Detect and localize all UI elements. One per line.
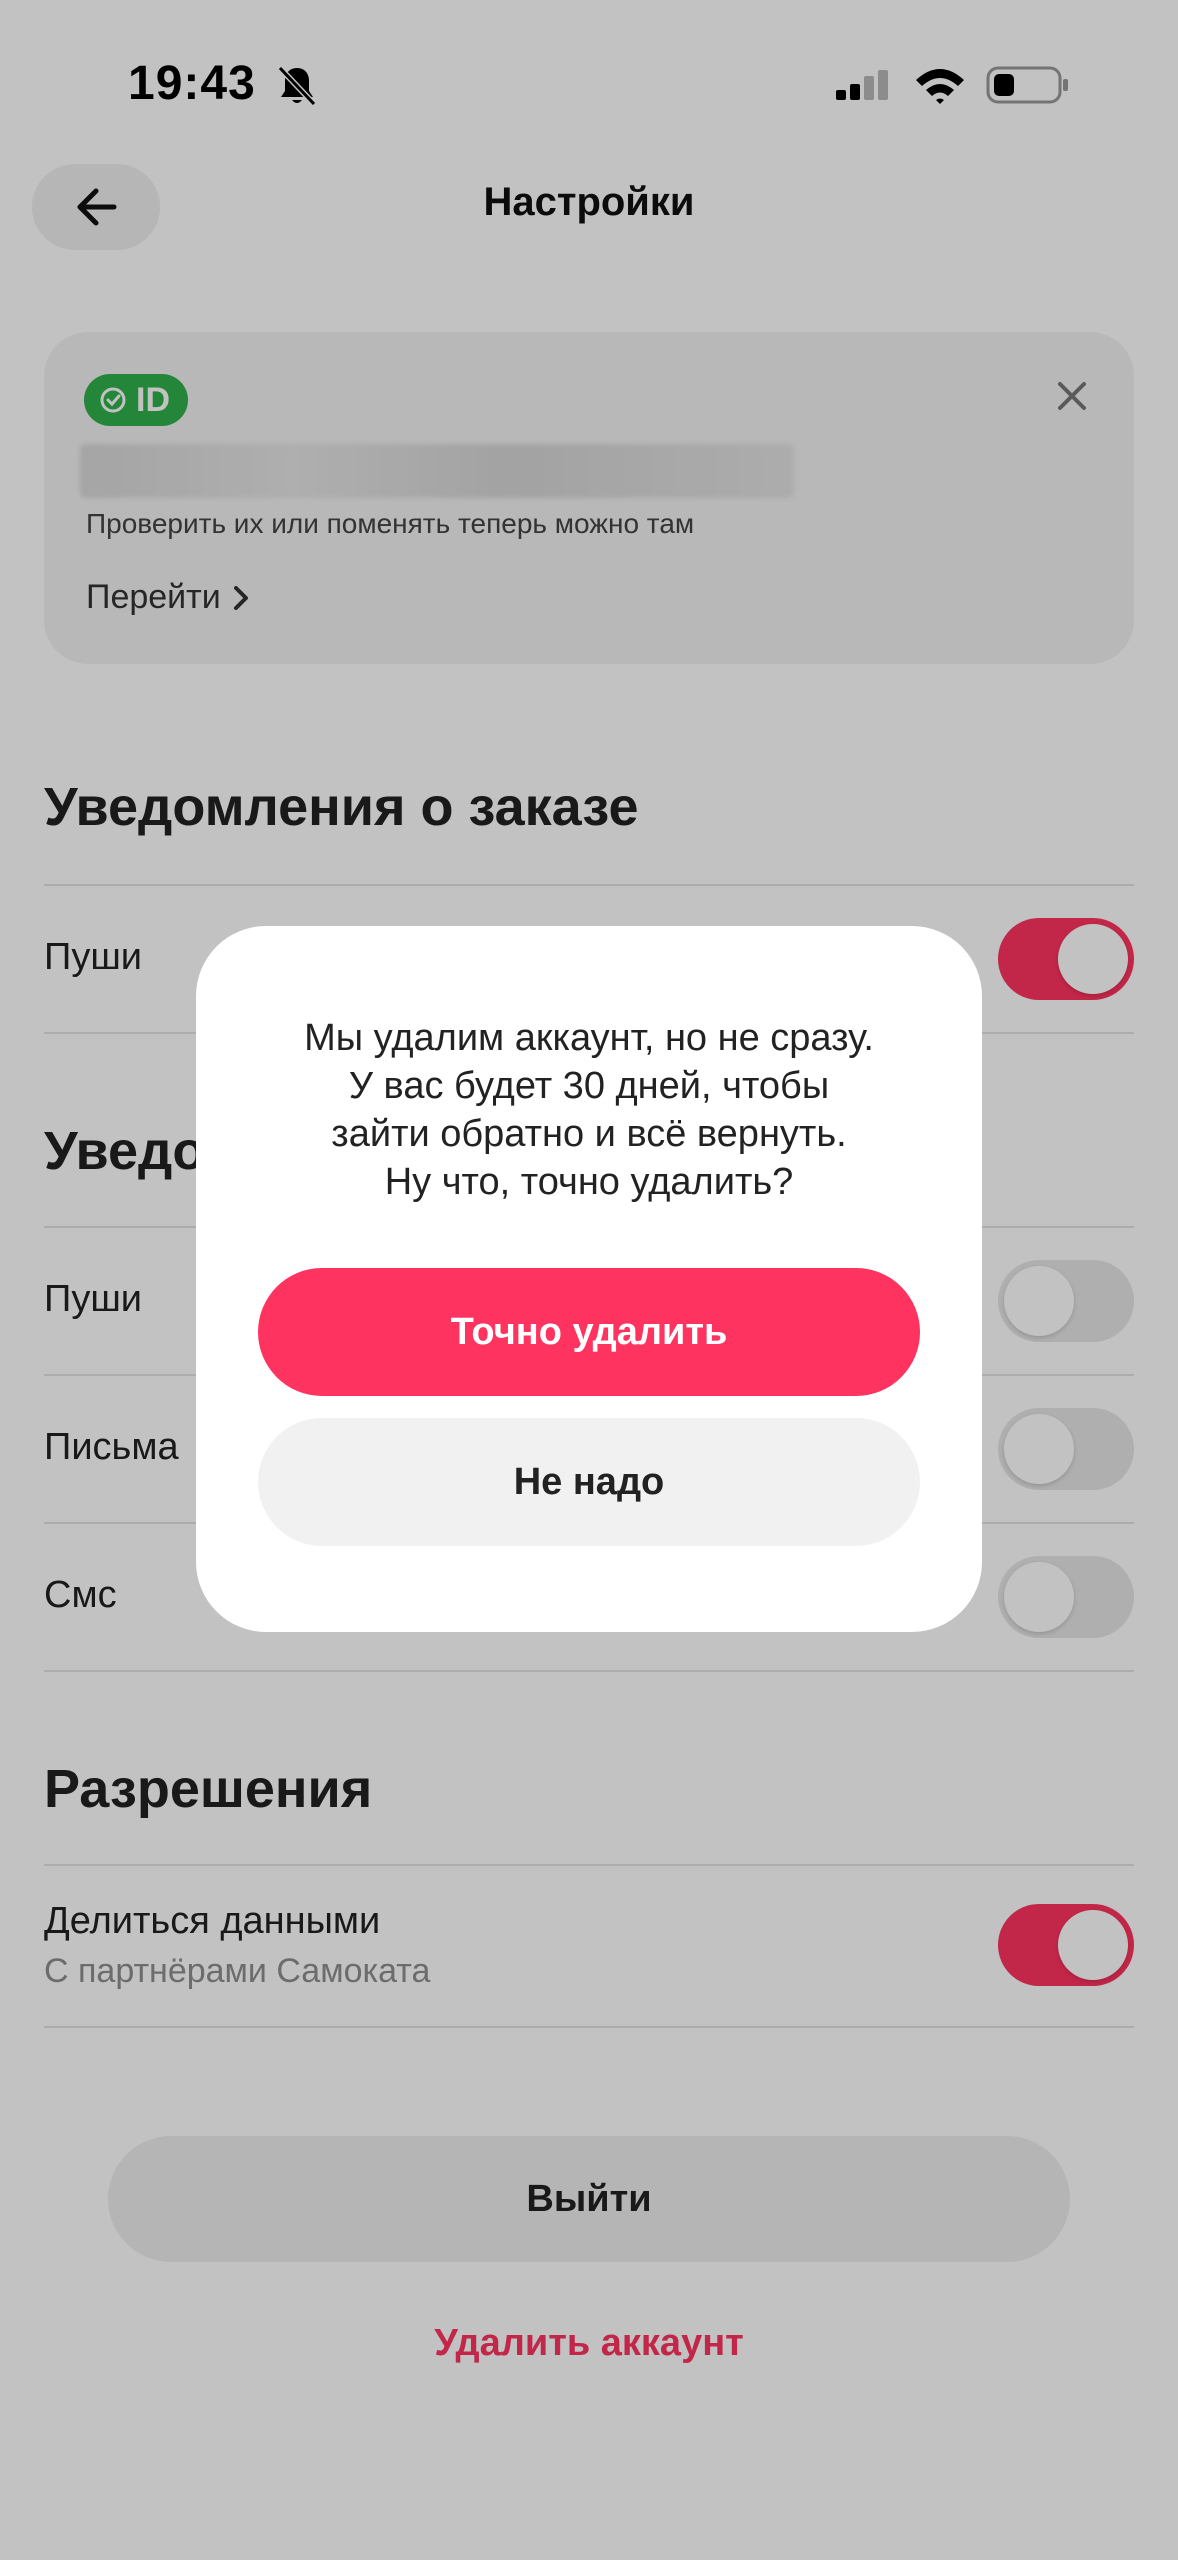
confirm-delete-button[interactable]: Точно удалить xyxy=(258,1268,920,1396)
delete-account-dialog: Мы удалим аккаунт, но не сразу. У вас бу… xyxy=(196,926,982,1632)
dialog-message-line: Ну что, точно удалить? xyxy=(384,1161,794,1203)
dialog-message-line: У вас будет 30 дней, чтобы xyxy=(348,1065,830,1107)
settings-screen: 19:43 Настройки ID Проверить их или поме… xyxy=(0,0,1178,2560)
cancel-button[interactable]: Не надо xyxy=(258,1418,920,1546)
dialog-message-line: Мы удалим аккаунт, но не сразу. xyxy=(304,1017,874,1059)
dialog-message-line: зайти обратно и всё вернуть. xyxy=(331,1113,847,1155)
dialog-message: Мы удалим аккаунт, но не сразу. У вас бу… xyxy=(236,1014,942,1206)
